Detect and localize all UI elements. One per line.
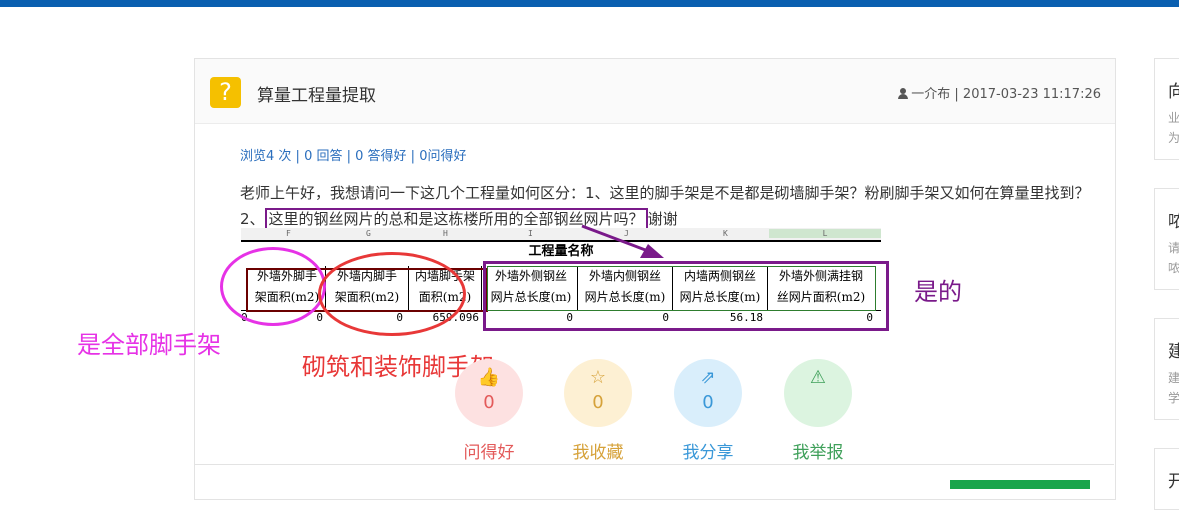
warning-icon: ⚠ bbox=[809, 367, 827, 388]
report-button[interactable]: ⚠ 我举报 bbox=[784, 359, 852, 463]
good-question-button[interactable]: 👍 0 问得好 bbox=[455, 359, 523, 463]
answer-button[interactable] bbox=[950, 480, 1090, 489]
annotation-all-scaffold: 是全部脚手架 bbox=[77, 331, 221, 359]
sidebar-card[interactable]: 开 bbox=[1154, 448, 1179, 510]
share-button[interactable]: ⇗ 0 我分享 bbox=[674, 359, 742, 463]
card-divider bbox=[194, 464, 1114, 465]
sidebar-card[interactable]: 向 业 为 bbox=[1154, 58, 1179, 160]
favorite-button[interactable]: ☆ 0 我收藏 bbox=[564, 359, 632, 463]
star-icon: ☆ bbox=[589, 367, 607, 388]
sidebar-card[interactable]: 哝 请 哝 bbox=[1154, 188, 1179, 290]
share-icon: ⇗ bbox=[700, 367, 716, 388]
annotation-yes: 是的 bbox=[914, 278, 962, 306]
thumbs-up-icon: 👍 bbox=[477, 367, 501, 388]
sidebar-card[interactable]: 建 建 学 bbox=[1154, 318, 1179, 420]
